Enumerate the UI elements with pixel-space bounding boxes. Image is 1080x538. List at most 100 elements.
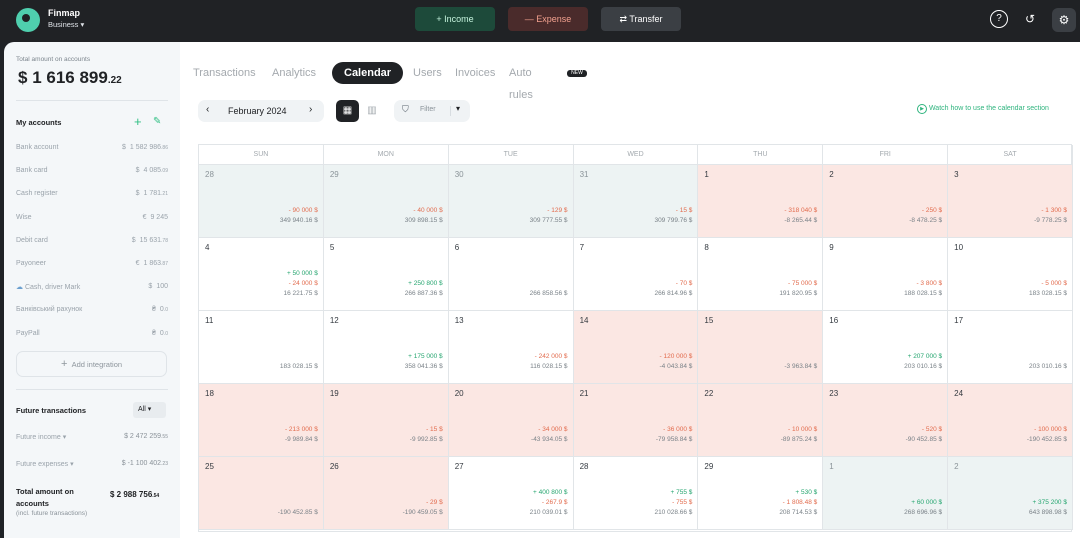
tab-users[interactable]: Users [413,62,442,84]
chevron-right-icon[interactable]: › [309,104,312,115]
account-balance: ₴ 0.0 [152,306,168,313]
calendar-day-cell[interactable]: 21 - 36 000 $ -79 958.84 $ [573,384,699,457]
calendar-day-cell[interactable]: 28 - 90 000 $ 349 940.16 $ [199,165,324,238]
future-expenses-value: $ -1 100 402 [121,460,162,467]
calendar-day-cell[interactable]: 16 + 207 000 $ 203 010.16 $ [823,311,949,384]
calendar-day-cell[interactable]: 31 - 15 $ 309 799.76 $ [573,165,699,238]
balance-amount: 210 039.01 $ [529,509,568,516]
calendar-day-cell[interactable]: 4 + 50 000 $ - 24 000 $ 16 221.75 $ [199,238,324,311]
day-number: 26 [329,462,339,471]
chevron-left-icon[interactable]: ‹ [206,104,209,115]
account-row[interactable]: Cash register $1 781.21 [16,190,168,197]
calendar-view-icon[interactable]: ▦ [336,100,359,122]
calendar-day-cell[interactable]: 26 - 29 $ -190 459.05 $ [323,457,449,530]
tab-transactions[interactable]: Transactions [193,62,256,84]
transfer-button[interactable]: ⇄ Transfer [601,7,681,31]
income-amount: + 175 000 $ [408,353,443,360]
help-icon[interactable]: ? [990,10,1008,28]
calendar-day-cell[interactable]: 14 - 120 000 $ -4 043.84 $ [573,311,699,384]
app-name: Finmap [48,8,81,18]
account-cents: .0 [163,307,168,314]
account-row[interactable]: ☁ Cash, driver Mark $100 [16,283,168,291]
calendar-day-cell[interactable]: 20 - 34 000 $ -43 934.05 $ [448,384,574,457]
calendar-day-cell[interactable]: 11 183 028.15 $ [199,311,324,384]
workspace-selector[interactable]: Business ▾ [48,20,84,29]
calendar-day-cell[interactable]: 28 + 755 $ - 755 $ 210 028.66 $ [573,457,699,530]
calendar-day-cell[interactable]: 18 - 213 000 $ -9 989.84 $ [199,384,324,457]
account-row[interactable]: Payoneer €1 863.87 [16,260,168,267]
expense-amount: - 318 040 $ [784,207,818,214]
calendar-day-cell[interactable]: 10 - 5 000 $ 183 028.15 $ [948,238,1073,311]
account-amount: 4 085 [143,167,162,175]
balance-amount: -190 452.85 $ [1026,436,1067,443]
balance-amount: 358 041.36 $ [404,363,443,370]
balance-amount: 266 858.56 $ [529,290,568,297]
calendar-day-cell[interactable]: 24 - 100 000 $ -190 452.85 $ [948,384,1073,457]
income-amount: + 755 $ [670,489,693,496]
calendar-day-cell[interactable]: 29 - 40 000 $ 309 898.15 $ [323,165,449,238]
tab-analytics[interactable]: Analytics [272,62,316,84]
calendar-day-cell[interactable]: 19 - 15 $ -9 992.85 $ [323,384,449,457]
calendar-day-cell[interactable]: 8 - 75 000 $ 191 820.95 $ [698,238,824,311]
calendar-day-cell[interactable]: 27 + 400 800 $ - 267.9 $ 210 039.01 $ [448,457,574,530]
account-row[interactable]: Bank account $1 582 986.86 [16,144,168,151]
calendar-day-cell[interactable]: 13 - 242 000 $ 116 028.15 $ [448,311,574,384]
expense-amount: - 36 000 $ [663,426,693,433]
history-icon[interactable]: ↺ [1021,10,1039,28]
future-filter-select[interactable]: All ▾ [133,402,166,418]
tab-calendar[interactable]: Calendar [332,62,404,84]
calendar-day-cell[interactable]: 7 - 70 $ 266 814.96 $ [573,238,699,311]
calendar-day-cell[interactable]: 9 - 3 800 $ 188 028.15 $ [823,238,949,311]
income-amount: + 530 $ [795,489,818,496]
calendar-day-cell[interactable]: 23 - 520 $ -90 452.85 $ [823,384,949,457]
calendar-day-cell[interactable]: 12 + 175 000 $ 358 041.36 $ [323,311,449,384]
balance-amount: 266 887.36 $ [404,290,443,297]
future-income-row[interactable]: Future income ▾ $ 2 472 259.55 [16,433,168,441]
calendar-day-cell[interactable]: 1 - 318 040 $ -8 265.44 $ [698,165,824,238]
tab-invoices[interactable]: Invoices [455,62,495,84]
day-number: 20 [454,389,464,398]
balance-amount: 309 777.55 $ [529,217,568,224]
day-number: 8 [704,243,709,252]
main-content: Transactions Analytics Calendar Users In… [180,42,1080,538]
calendar-day-cell[interactable]: 29 + 530 $ - 1 808.48 $ 208 714.53 $ [698,457,824,530]
calendar-day-cell[interactable]: 1 + 60 000 $ 268 696.96 $ [823,457,949,530]
calendar-day-cell[interactable]: 2 - 250 $ -8 478.25 $ [823,165,949,238]
account-row[interactable]: Банківський рахунок ₴ 0.0 [16,306,168,313]
calendar-day-cell[interactable]: 25 -190 452.85 $ [199,457,324,530]
account-row[interactable]: Debit card $15 631.78 [16,237,168,244]
expense-amount: - 755 $ [672,499,693,506]
account-row[interactable]: Bank card $4 085.09 [16,167,168,174]
calendar-day-cell[interactable]: 5 + 250 800 $ 266 887.36 $ [323,238,449,311]
income-button[interactable]: + Income [415,7,495,31]
income-amount: + 50 000 $ [286,270,318,277]
expense-amount: - 5 000 $ [1041,280,1067,287]
calendar-day-cell[interactable]: 30 - 129 $ 309 777.55 $ [448,165,574,238]
add-integration-button[interactable]: + Add integration [16,351,167,377]
edit-accounts-icon[interactable]: ✎ [153,116,161,127]
filter-button[interactable]: ⛉ Filter ▾ [394,100,470,122]
calendar-day-cell[interactable]: 15 -3 963.84 $ [698,311,824,384]
balance-amount: 191 820.95 $ [779,290,818,297]
calendar-day-cell[interactable]: 22 - 10 000 $ -89 875.24 $ [698,384,824,457]
tab-auto-rules[interactable]: Auto rules [509,62,533,106]
new-badge: NEW [567,70,587,77]
chart-view-icon[interactable]: ▥ [363,100,381,122]
finmap-logo-icon[interactable] [16,8,40,32]
calendar-day-cell[interactable]: 17 203 010.16 $ [948,311,1073,384]
balance-amount: 309 799.76 $ [654,217,693,224]
calendar-day-cell[interactable]: 2 + 375 200 $ 643 898.98 $ [948,457,1073,530]
calendar-day-cell[interactable]: 3 - 1 300 $ -9 778.25 $ [948,165,1073,238]
account-row[interactable]: Wise €9 245 [16,214,168,221]
help-link[interactable]: ▶ Watch how to use the calendar section [917,104,1049,114]
month-label[interactable]: February 2024 [228,106,287,116]
income-amount: + 250 800 $ [408,280,443,287]
expense-button[interactable]: — Expense [508,7,588,31]
balance-amount: -8 478.25 $ [909,217,943,224]
future-expenses-row[interactable]: Future expenses ▾ $ -1 100 402.23 [16,460,168,468]
day-number: 4 [205,243,210,252]
account-row[interactable]: PayPall ₴ 0.0 [16,330,168,337]
settings-icon[interactable]: ⚙ [1052,8,1076,32]
add-account-icon[interactable]: + [134,114,142,129]
calendar-day-cell[interactable]: 6 266 858.56 $ [448,238,574,311]
